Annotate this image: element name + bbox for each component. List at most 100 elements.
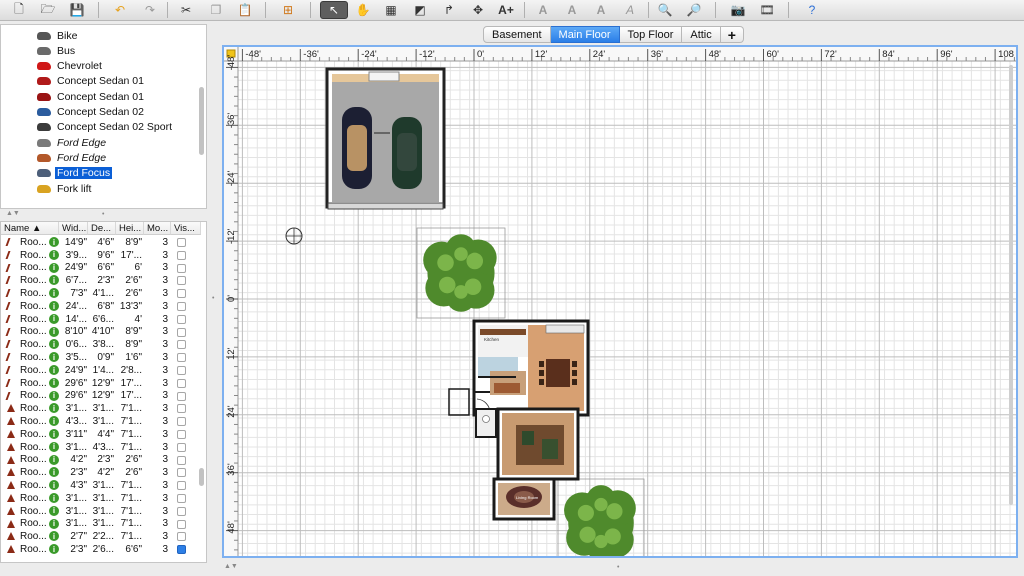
table-row[interactable]: Roo... i 3'5... 0'9" 1'6" 3 [1, 351, 197, 364]
visible-checkbox[interactable] [177, 238, 186, 247]
table-row[interactable]: Roo... i 3'1... 3'1... 7'1... 3 [1, 505, 197, 518]
info-icon[interactable]: i [49, 544, 59, 555]
table-row[interactable]: Roo... i 3'1... 3'1... 7'1... 3 [1, 518, 197, 531]
info-icon[interactable]: i [49, 390, 59, 401]
visible-checkbox[interactable] [177, 417, 186, 427]
info-icon[interactable]: i [49, 339, 59, 350]
table-row[interactable]: Roo... i 2'3" 4'2" 2'6" 3 [1, 466, 197, 479]
visible-checkbox[interactable] [177, 263, 186, 273]
level-tab[interactable]: Main Floor [550, 26, 620, 43]
level-tab[interactable]: Basement [483, 26, 551, 43]
info-icon[interactable]: i [49, 326, 59, 337]
table-row[interactable]: Roo... i 4'3" 3'1... 7'1... 3 [1, 479, 197, 492]
table-row[interactable]: Roo... i 29'6" 12'9" 17'... 3 [1, 390, 197, 403]
visible-checkbox[interactable] [177, 545, 186, 555]
plan-canvas[interactable]: -48' -36' -24' -12' 0' 12' 24' 36' 48' 60' 72' 84' 9… [224, 47, 1016, 556]
paste-icon[interactable]: 📋 [234, 1, 256, 19]
visible-checkbox[interactable] [177, 404, 186, 414]
camera-photo-icon[interactable]: 📷 [727, 1, 749, 19]
visible-checkbox[interactable] [177, 340, 186, 350]
visible-checkbox[interactable] [177, 302, 186, 311]
visible-checkbox[interactable] [177, 481, 186, 491]
copy-icon[interactable]: ❐ [205, 1, 227, 19]
info-icon[interactable]: i [49, 441, 59, 452]
info-icon[interactable]: i [49, 377, 59, 388]
table-row[interactable]: Roo... i 2'7" 2'2... 7'1... 3 [1, 530, 197, 543]
visible-checkbox[interactable] [177, 506, 186, 516]
info-icon[interactable]: i [49, 249, 59, 260]
vertical-splitter-handle[interactable]: • [212, 295, 214, 302]
visible-checkbox[interactable] [177, 442, 186, 452]
visible-checkbox[interactable] [177, 378, 186, 388]
info-icon[interactable]: i [49, 454, 59, 465]
table-row[interactable]: Roo... i 24'9" 6'6" 6' 3 [1, 262, 197, 275]
visible-checkbox[interactable] [177, 391, 186, 401]
bold-text-icon[interactable]: A [590, 1, 612, 19]
catalog-item[interactable]: Bike [37, 28, 79, 43]
zoom-out-icon[interactable]: 🔎 [683, 1, 705, 19]
table-row[interactable]: Roo... i 4'2" 2'3" 2'6" 3 [1, 454, 197, 467]
catalog-item[interactable]: Ford Edge [37, 150, 108, 165]
visible-checkbox[interactable] [177, 494, 186, 503]
bottom-splitter-handle[interactable]: • [617, 564, 619, 571]
catalog-item[interactable]: Bus [37, 43, 77, 58]
info-icon[interactable]: i [49, 416, 59, 427]
catalog-item[interactable]: Concept Sedan 02 [37, 105, 146, 120]
catalog-item[interactable]: Concept Sedan 01 [37, 74, 146, 89]
visible-checkbox[interactable] [177, 519, 186, 529]
table-row[interactable]: Roo... i 3'1... 4'3... 7'1... 3 [1, 441, 197, 454]
table-row[interactable]: Roo... i 3'1... 3'1... 7'1... 3 [1, 402, 197, 415]
bottom-splitter-arrows[interactable]: ▲▼ [224, 563, 238, 570]
info-icon[interactable]: i [49, 288, 59, 299]
splitter-arrows[interactable]: ▲▼ [6, 210, 20, 217]
table-row[interactable]: Roo... i 24'9" 1'4... 2'8... 3 [1, 364, 197, 377]
column-header[interactable]: Vis... [171, 222, 201, 235]
visible-checkbox[interactable] [177, 468, 186, 478]
column-header[interactable]: Hei... [116, 222, 144, 235]
table-row[interactable]: Roo... i 3'9... 9'6" 17'... 3 [1, 249, 197, 262]
add-furniture-icon[interactable]: ⊞ [277, 1, 299, 19]
info-icon[interactable]: i [49, 262, 59, 273]
column-header[interactable]: Name ▲ [1, 222, 59, 235]
table-row[interactable]: Roo... i 14'... 6'6... 4' 3 [1, 313, 197, 326]
table-scrollbar[interactable] [199, 468, 204, 486]
table-row[interactable]: Roo... i 24'... 6'8" 13'3" 3 [1, 300, 197, 313]
furniture-catalog-tree[interactable]: Bike Bus Chevrolet Concept Sedan 01 Concept … [0, 24, 207, 209]
select-arrow-icon[interactable]: ↖ [320, 1, 348, 19]
create-walls-icon[interactable]: ▦ [380, 1, 402, 19]
text-style-2-icon[interactable]: A [561, 1, 583, 19]
pan-hand-icon[interactable]: ✋ [352, 1, 374, 19]
info-icon[interactable]: i [49, 518, 59, 529]
level-tab[interactable]: Top Floor [619, 26, 683, 43]
visible-checkbox[interactable] [177, 532, 186, 542]
level-tab[interactable]: Attic [682, 26, 721, 43]
zoom-in-icon[interactable]: 🔍 [654, 1, 676, 19]
table-row[interactable]: Roo... i 7'3" 4'1... 2'6" 3 [1, 287, 197, 300]
catalog-item[interactable]: Ford Focus [37, 166, 113, 181]
info-icon[interactable]: i [49, 352, 59, 363]
info-icon[interactable]: i [49, 531, 59, 542]
undo-icon[interactable]: ↶ [109, 1, 131, 19]
visible-checkbox[interactable] [177, 276, 186, 286]
visible-checkbox[interactable] [177, 314, 186, 324]
new-file-icon[interactable]: 🗋 [8, 1, 30, 19]
info-icon[interactable]: i [49, 467, 59, 478]
visible-checkbox[interactable] [177, 353, 186, 363]
create-polylines-icon[interactable]: ↱ [438, 1, 460, 19]
visible-checkbox[interactable] [177, 289, 186, 299]
add-text-icon[interactable]: A+ [495, 1, 517, 19]
redo-icon[interactable]: ↷ [139, 1, 161, 19]
plan-view[interactable]: -48' -36' -24' -12' 0' 12' 24' 36' 48' 60' 72' 84' 9… [222, 45, 1018, 558]
table-row[interactable]: Roo... i 3'11" 4'4" 7'1... 3 [1, 428, 197, 441]
info-icon[interactable]: i [49, 313, 59, 324]
text-style-1-icon[interactable]: A [532, 1, 554, 19]
add-level-button[interactable]: + [720, 26, 744, 43]
table-row[interactable]: Roo... i 3'1... 3'1... 7'1... 3 [1, 492, 197, 505]
table-row[interactable]: Roo... i 0'6... 3'8... 8'9" 3 [1, 338, 197, 351]
info-icon[interactable]: i [49, 429, 59, 439]
catalog-item[interactable]: Fork lift [37, 181, 93, 196]
table-row[interactable]: Roo... i 4'3... 3'1... 7'1... 3 [1, 415, 197, 428]
info-icon[interactable]: i [49, 275, 59, 286]
video-icon[interactable]: 🎞 [756, 1, 778, 19]
catalog-item[interactable]: Ford Edge [37, 135, 108, 150]
